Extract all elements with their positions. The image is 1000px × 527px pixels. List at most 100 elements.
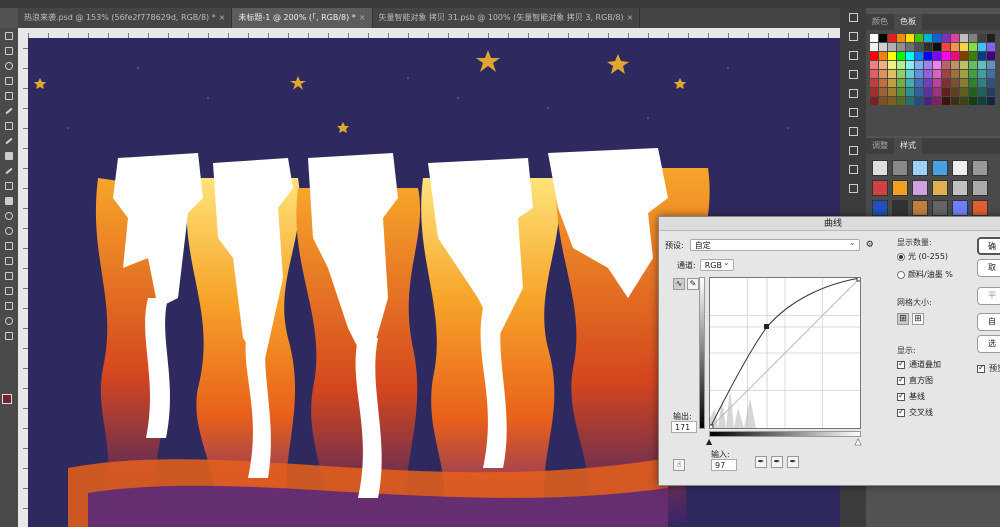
- swatch[interactable]: [960, 61, 968, 69]
- swatch[interactable]: [897, 34, 905, 42]
- tab-close-icon[interactable]: ×: [219, 13, 226, 22]
- cancel-button[interactable]: 取: [977, 259, 1000, 277]
- swatch[interactable]: [933, 88, 941, 96]
- swatch[interactable]: [897, 61, 905, 69]
- style-tile[interactable]: [972, 160, 988, 176]
- history-panel-icon[interactable]: [840, 8, 866, 27]
- history-brush-tool-icon[interactable]: [0, 163, 18, 178]
- swatch[interactable]: [942, 88, 950, 96]
- swatch[interactable]: [987, 61, 995, 69]
- swatch[interactable]: [951, 43, 959, 51]
- swatch[interactable]: [879, 34, 887, 42]
- auto-button[interactable]: 自: [977, 313, 1000, 331]
- style-tile[interactable]: [972, 200, 988, 216]
- swatch[interactable]: [879, 88, 887, 96]
- swatch[interactable]: [906, 79, 914, 87]
- style-tile[interactable]: [912, 180, 928, 196]
- swatch[interactable]: [906, 43, 914, 51]
- white-point-slider-icon[interactable]: ▲: [855, 437, 862, 447]
- check-intersection[interactable]: 交叉线: [897, 407, 933, 418]
- swatch[interactable]: [978, 43, 986, 51]
- tab-close-icon[interactable]: ×: [359, 13, 366, 22]
- checkbox-baseline[interactable]: [897, 391, 905, 401]
- swatch[interactable]: [987, 52, 995, 60]
- swatch[interactable]: [933, 70, 941, 78]
- channel-select[interactable]: RGB: [699, 257, 734, 271]
- type-tool-icon[interactable]: [0, 253, 18, 268]
- character-panel-icon[interactable]: [840, 141, 866, 160]
- swatch[interactable]: [915, 97, 923, 105]
- swatch[interactable]: [924, 52, 932, 60]
- radio-pigment-indicator[interactable]: [897, 270, 905, 279]
- swatch[interactable]: [924, 79, 932, 87]
- tab-adjustments[interactable]: 调整: [866, 138, 894, 154]
- layers-panel-icon[interactable]: [840, 179, 866, 198]
- swatch[interactable]: [870, 61, 878, 69]
- swatch[interactable]: [897, 97, 905, 105]
- simple-grid-icon[interactable]: ⊞: [897, 313, 909, 325]
- swatch[interactable]: [951, 52, 959, 60]
- magic-wand-tool-icon[interactable]: [0, 73, 18, 88]
- swatch[interactable]: [924, 34, 932, 42]
- swatch[interactable]: [924, 43, 932, 51]
- swatch[interactable]: [942, 70, 950, 78]
- style-tile[interactable]: [892, 160, 908, 176]
- properties-panel-icon[interactable]: [840, 46, 866, 65]
- swatch[interactable]: [915, 70, 923, 78]
- swatch[interactable]: [951, 79, 959, 87]
- swatch[interactable]: [978, 70, 986, 78]
- style-grid[interactable]: [866, 154, 1000, 222]
- swatch[interactable]: [987, 34, 995, 42]
- swatch[interactable]: [933, 97, 941, 105]
- preset-select[interactable]: 自定: [689, 237, 860, 251]
- black-point-slider-icon[interactable]: ▲: [706, 437, 712, 446]
- tab-styles[interactable]: 样式: [894, 138, 922, 154]
- check-histogram[interactable]: 直方图: [897, 375, 933, 386]
- swatch[interactable]: [879, 97, 887, 105]
- path-selection-tool-icon[interactable]: [0, 268, 18, 283]
- swatch[interactable]: [960, 88, 968, 96]
- swatch[interactable]: [942, 52, 950, 60]
- swatch[interactable]: [960, 97, 968, 105]
- eraser-tool-icon[interactable]: [0, 178, 18, 193]
- swatch[interactable]: [879, 61, 887, 69]
- radio-light-indicator[interactable]: [897, 252, 905, 261]
- swatch[interactable]: [915, 43, 923, 51]
- swatch[interactable]: [924, 97, 932, 105]
- swatch[interactable]: [987, 79, 995, 87]
- swatch[interactable]: [933, 52, 941, 60]
- stamp-tool-icon[interactable]: [0, 148, 18, 163]
- swatch[interactable]: [879, 43, 887, 51]
- style-tile[interactable]: [932, 200, 948, 216]
- radio-light[interactable]: 光 (0-255): [897, 251, 948, 262]
- swatch[interactable]: [897, 43, 905, 51]
- swatch[interactable]: [960, 70, 968, 78]
- swatch[interactable]: [978, 34, 986, 42]
- swatch[interactable]: [978, 97, 986, 105]
- swatch[interactable]: [888, 97, 896, 105]
- style-tile[interactable]: [872, 180, 888, 196]
- zoom-tool-icon[interactable]: [0, 313, 18, 328]
- info-panel-icon[interactable]: [840, 65, 866, 84]
- tab-hot-wave-psd[interactable]: 热浪来袭.psd @ 153% (56fe2f778629d, RGB/8) *…: [18, 8, 233, 28]
- swatch[interactable]: [969, 52, 977, 60]
- style-tile[interactable]: [892, 200, 908, 216]
- shape-tool-icon[interactable]: [0, 283, 18, 298]
- swatch[interactable]: [969, 70, 977, 78]
- swatch[interactable]: [888, 43, 896, 51]
- detailed-grid-icon[interactable]: ⊞: [912, 313, 924, 325]
- swatch[interactable]: [987, 70, 995, 78]
- actions-panel-icon[interactable]: [840, 27, 866, 46]
- style-tile[interactable]: [952, 160, 968, 176]
- swatch[interactable]: [915, 88, 923, 96]
- healing-brush-tool-icon[interactable]: [0, 118, 18, 133]
- more-tools-icon[interactable]: [0, 328, 18, 343]
- swatch[interactable]: [888, 79, 896, 87]
- swatch[interactable]: [897, 70, 905, 78]
- swatch[interactable]: [888, 52, 896, 60]
- swatch[interactable]: [906, 52, 914, 60]
- swatch[interactable]: [969, 97, 977, 105]
- style-tile[interactable]: [972, 180, 988, 196]
- swatch[interactable]: [915, 34, 923, 42]
- check-channel-overlays[interactable]: 通道叠加: [897, 359, 941, 370]
